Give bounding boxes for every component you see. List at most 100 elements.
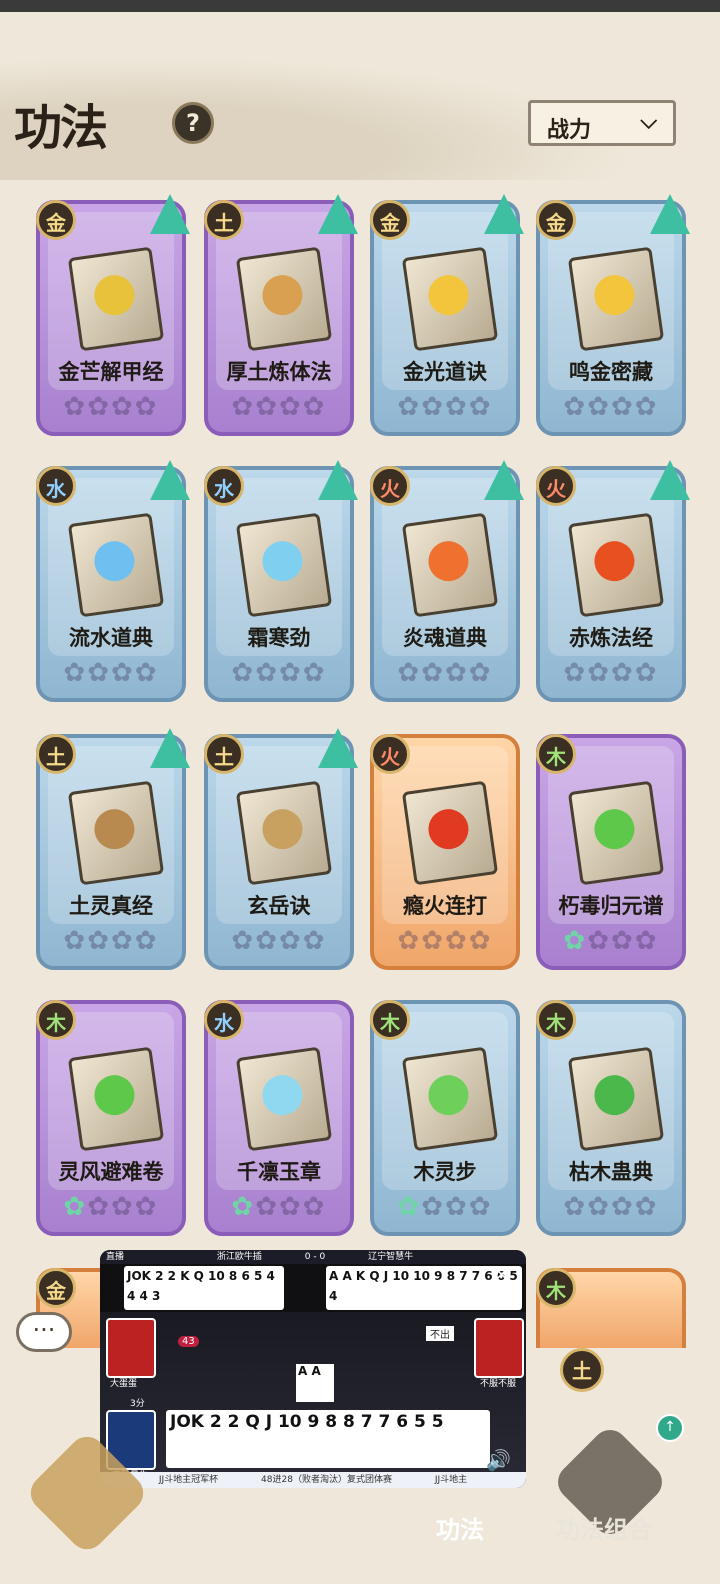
brand-left: JJ斗地主冠军杯 <box>158 1475 219 1485</box>
upgrade-arrow-icon <box>150 194 190 234</box>
chat-icon[interactable]: ··· <box>16 1312 72 1352</box>
tab-techniques[interactable]: 功法 <box>436 1510 484 1545</box>
technique-card[interactable]: 火炎魂道典 ✿✿✿✿ <box>370 460 524 702</box>
technique-card[interactable]: 土玄岳诀 ✿✿✿✿ <box>204 728 358 970</box>
technique-book-icon <box>67 512 165 618</box>
element-badge: 木 <box>36 1000 76 1040</box>
star-icon: ✿ <box>611 658 635 688</box>
star-icon: ✿ <box>111 1192 135 1222</box>
upgrade-arrow-icon <box>318 460 358 500</box>
star-icon: ✿ <box>87 1192 111 1222</box>
star-rating: ✿✿✿✿ <box>540 926 682 960</box>
star-icon: ✿ <box>421 658 445 688</box>
technique-symbol-icon <box>259 1072 306 1118</box>
technique-card[interactable]: 金金芒解甲经 ✿✿✿✿ <box>36 194 190 436</box>
star-icon: ✿ <box>397 392 422 422</box>
technique-symbol-icon <box>425 806 472 852</box>
technique-card[interactable]: 水千凛玉章 ✿✿✿✿ <box>204 1000 354 1236</box>
sound-icon[interactable]: 🔊 <box>486 1448 511 1472</box>
element-badge: 火 <box>370 466 410 506</box>
technique-card[interactable]: 木木灵步 ✿✿✿✿ <box>370 1000 520 1236</box>
star-icon: ✿ <box>279 392 303 422</box>
star-icon: ✿ <box>302 926 327 956</box>
star-icon: ✿ <box>611 1192 635 1222</box>
star-rating: ✿✿✿✿ <box>40 658 182 692</box>
star-icon: ✿ <box>279 926 303 956</box>
star-icon: ✿ <box>302 1192 327 1222</box>
technique-symbol-icon <box>425 272 472 318</box>
technique-name: 灵风避难卷 <box>58 1160 164 1184</box>
star-icon: ✿ <box>63 658 88 688</box>
star-rating: ✿✿✿✿ <box>540 392 682 426</box>
player-right-avatar <box>474 1318 524 1378</box>
technique-symbol-icon <box>259 272 306 318</box>
upgrade-arrow-icon <box>650 460 690 500</box>
ticker-text: 48进28（败者淘汰）复式团体赛 <box>261 1475 392 1485</box>
star-icon: ✿ <box>563 1192 588 1222</box>
technique-name: 金芒解甲经 <box>58 360 164 384</box>
element-badge: 金 <box>36 200 76 240</box>
element-badge: 火 <box>536 466 576 506</box>
star-icon: ✿ <box>134 1192 159 1222</box>
star-icon: ✿ <box>87 926 111 956</box>
star-icon: ✿ <box>611 392 635 422</box>
technique-card[interactable]: 木灵风避难卷 ✿✿✿✿ <box>36 1000 186 1236</box>
tab-technique-combos[interactable]: 功法组合 <box>556 1510 652 1545</box>
star-icon: ✿ <box>563 926 588 956</box>
upgrade-arrow-icon <box>484 194 524 234</box>
close-icon[interactable]: × <box>494 1264 509 1285</box>
star-icon: ✿ <box>279 658 303 688</box>
technique-name: 厚土炼体法 <box>226 360 332 384</box>
star-icon: ✿ <box>255 1192 279 1222</box>
star-icon: ✿ <box>421 1192 445 1222</box>
technique-card[interactable]: 木朽毒归元谱 ✿✿✿✿ <box>536 734 686 970</box>
star-icon: ✿ <box>445 658 469 688</box>
technique-card[interactable]: 木枯木蛊典 ✿✿✿✿ <box>536 1000 686 1236</box>
star-icon: ✿ <box>87 392 111 422</box>
star-icon: ✿ <box>634 658 659 688</box>
technique-book-icon <box>67 1046 165 1152</box>
star-icon: ✿ <box>231 1192 256 1222</box>
partial-card-right[interactable]: 木 <box>536 1268 686 1348</box>
technique-symbol-icon <box>91 272 138 318</box>
star-icon: ✿ <box>468 1192 493 1222</box>
technique-card[interactable]: 火赤炼法经 ✿✿✿✿ <box>536 460 690 702</box>
upgrade-arrow-icon <box>318 194 358 234</box>
star-icon: ✿ <box>587 926 611 956</box>
upgrade-arrow-icon <box>150 728 190 768</box>
technique-symbol-icon <box>91 1072 138 1118</box>
star-icon: ✿ <box>421 926 445 956</box>
star-icon: ✿ <box>231 392 256 422</box>
star-icon: ✿ <box>279 1192 303 1222</box>
technique-card[interactable]: 水霜寒劲 ✿✿✿✿ <box>204 460 358 702</box>
technique-name: 炎魂道典 <box>403 626 487 650</box>
star-icon: ✿ <box>397 658 422 688</box>
star-icon: ✿ <box>111 392 135 422</box>
element-badge: 土 <box>204 734 244 774</box>
star-icon: ✿ <box>255 658 279 688</box>
technique-book-icon <box>567 780 665 886</box>
technique-book-icon <box>235 512 333 618</box>
element-badge: 金 <box>36 1268 76 1308</box>
star-icon: ✿ <box>63 392 88 422</box>
star-icon: ✿ <box>302 658 327 688</box>
element-badge: 木 <box>536 1268 576 1308</box>
technique-symbol-icon <box>259 806 306 852</box>
star-rating: ✿✿✿✿ <box>540 658 682 692</box>
technique-card[interactable]: 火瘾火连打 ✿✿✿✿ <box>370 734 520 970</box>
star-icon: ✿ <box>302 392 327 422</box>
upgrade-arrow-icon <box>318 728 358 768</box>
star-icon: ✿ <box>231 658 256 688</box>
technique-card[interactable]: 水流水道典 ✿✿✿✿ <box>36 460 190 702</box>
technique-card[interactable]: 金金光道诀 ✿✿✿✿ <box>370 194 524 436</box>
sort-dropdown[interactable]: 战力 ⌵ <box>528 100 676 146</box>
technique-name: 土灵真经 <box>69 894 153 918</box>
technique-card[interactable]: 金鸣金密藏 ✿✿✿✿ <box>536 194 690 436</box>
help-icon[interactable]: ? <box>172 102 214 144</box>
star-icon: ✿ <box>397 1192 422 1222</box>
technique-card[interactable]: 土土灵真经 ✿✿✿✿ <box>36 728 190 970</box>
live-video-overlay[interactable]: 直播 浙江欧牛插 0 - 0 辽宁智慧牛 JOK 2 2 K Q 10 8 6 … <box>100 1250 526 1488</box>
earth-element-badge: 土 <box>560 1348 604 1392</box>
star-rating: ✿✿✿✿ <box>40 1192 182 1226</box>
technique-card[interactable]: 土厚土炼体法 ✿✿✿✿ <box>204 194 358 436</box>
